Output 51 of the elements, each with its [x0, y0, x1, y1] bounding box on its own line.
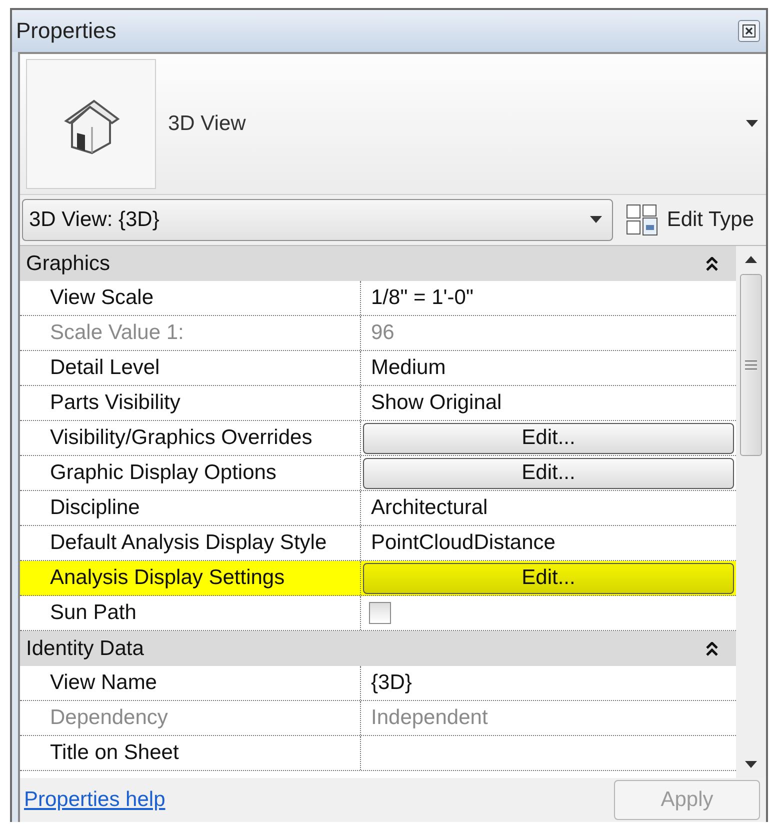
edit-type-button[interactable]: Edit Type — [624, 203, 760, 237]
section-header[interactable]: Graphics — [20, 246, 736, 281]
collapse-icon[interactable] — [706, 256, 718, 270]
property-row[interactable]: Discipline Architectural — [20, 491, 736, 526]
property-row[interactable]: View Name {3D} — [20, 666, 736, 701]
property-row[interactable]: Visibility/Graphics Overrides Edit... — [20, 421, 736, 456]
property-row[interactable]: View Scale 1/8" = 1'-0" — [20, 281, 736, 316]
edit-button[interactable]: Edit... — [363, 422, 734, 454]
property-row[interactable]: Sun Path — [20, 596, 736, 631]
property-label: Detail Level — [49, 355, 161, 381]
property-label: Sun Path — [49, 600, 138, 626]
property-row[interactable]: Graphic Display Options Edit... — [20, 456, 736, 491]
property-value[interactable]: {3D} — [363, 671, 412, 695]
property-label: Graphic Display Options — [49, 460, 278, 486]
property-value[interactable]: Show Original — [363, 391, 502, 415]
property-label: Analysis Display Settings — [49, 565, 286, 591]
property-value[interactable]: PointCloudDistance — [363, 531, 556, 555]
property-label: Default Analysis Display Style — [49, 530, 328, 556]
type-name: 3D View — [168, 112, 247, 136]
scroll-thumb[interactable] — [740, 274, 762, 456]
scroll-up-icon[interactable] — [745, 255, 757, 263]
property-value[interactable]: Architectural — [363, 496, 488, 520]
property-label: Discipline — [49, 495, 141, 521]
property-label: Scale Value 1: — [49, 320, 185, 346]
type-selector[interactable]: 3D View: {3D} — [22, 199, 613, 241]
scroll-down-icon[interactable] — [745, 761, 757, 769]
highlighted-row[interactable]: Analysis Display Settings Edit... — [20, 561, 736, 596]
caret-icon[interactable] — [746, 120, 758, 128]
edit-button[interactable]: Edit... — [363, 458, 734, 488]
property-label: Parts Visibility — [49, 390, 182, 416]
property-row[interactable]: Parts Visibility Show Original — [20, 386, 736, 421]
property-row[interactable]: Title on Sheet — [20, 736, 736, 771]
help-link[interactable]: Properties help — [24, 788, 166, 812]
property-value[interactable]: 1/8" = 1'-0" — [363, 286, 474, 310]
section-header[interactable]: Identity Data — [20, 631, 736, 666]
checkbox[interactable] — [369, 602, 391, 624]
property-label: Dependency — [49, 705, 169, 731]
collapse-icon[interactable] — [706, 642, 718, 656]
edit-type-icon — [624, 203, 659, 237]
property-row[interactable]: Default Analysis Display Style PointCloudDistance — [20, 526, 736, 561]
edit-button[interactable]: Edit... — [363, 562, 734, 594]
property-value[interactable]: Medium — [363, 356, 446, 380]
close-button[interactable] — [738, 20, 760, 42]
property-row[interactable]: Detail Level Medium — [20, 351, 736, 386]
window-title: Properties — [16, 18, 116, 44]
property-label: Title on Sheet — [49, 740, 180, 766]
caret-icon[interactable] — [590, 216, 602, 224]
close-icon — [742, 24, 756, 38]
property-label: View Name — [49, 670, 158, 696]
property-label: View Scale — [49, 285, 155, 311]
property-label: Visibility/Graphics Overrides — [49, 425, 314, 451]
